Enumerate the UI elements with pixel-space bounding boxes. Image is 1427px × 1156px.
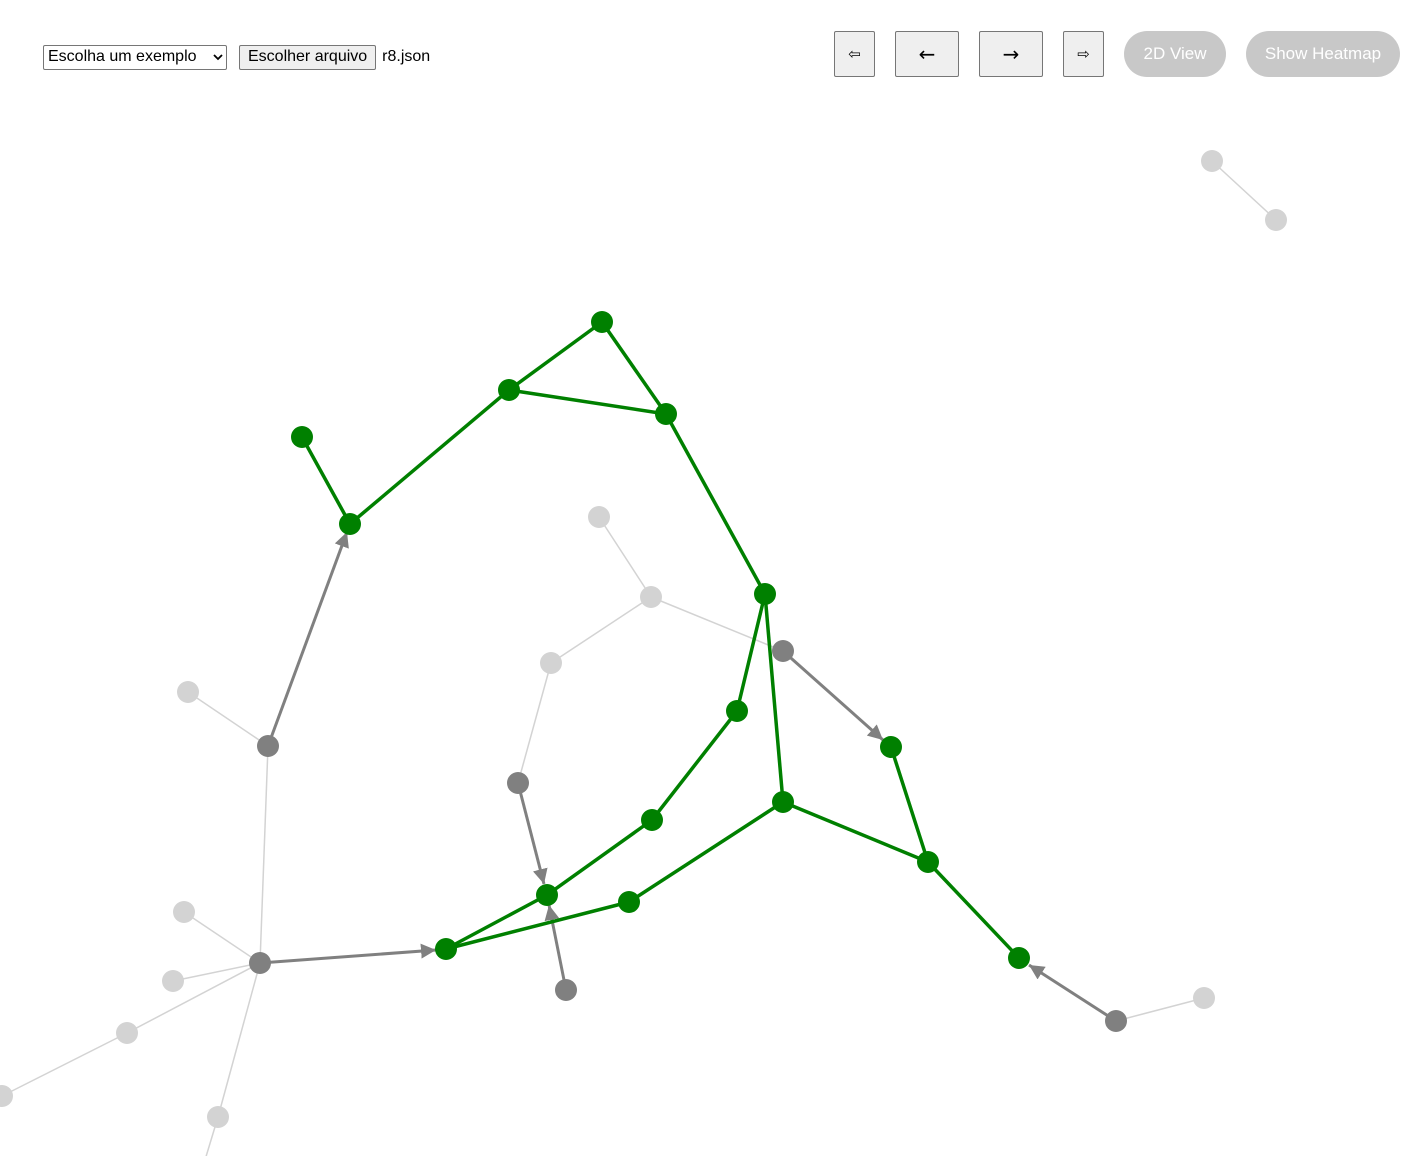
- edge-arrow: [782, 649, 884, 742]
- graph-node[interactable]: [772, 640, 794, 662]
- edge: [348, 388, 511, 526]
- edge: [926, 860, 1021, 960]
- graph-node[interactable]: [754, 583, 776, 605]
- edge: [550, 596, 652, 664]
- graph-node[interactable]: [618, 891, 640, 913]
- graph-node[interactable]: [498, 379, 520, 401]
- graph-node[interactable]: [162, 970, 184, 992]
- edge: [445, 893, 548, 951]
- graph-node[interactable]: [257, 735, 279, 757]
- graph-node[interactable]: [917, 851, 939, 873]
- edge-arrow: [516, 782, 548, 885]
- graph-node[interactable]: [1008, 947, 1030, 969]
- edge: [545, 818, 654, 897]
- edge: [300, 436, 352, 525]
- graph-node[interactable]: [880, 736, 902, 758]
- graph-node[interactable]: [536, 884, 558, 906]
- edge: [650, 709, 739, 822]
- nodes-inactive: [0, 150, 1287, 1128]
- edge-arrow: [266, 531, 349, 747]
- edge: [183, 911, 261, 964]
- graph-node[interactable]: [177, 681, 199, 703]
- graph-node[interactable]: [1265, 209, 1287, 231]
- graph-node[interactable]: [726, 700, 748, 722]
- graph-node[interactable]: [1193, 987, 1215, 1009]
- edge: [600, 321, 668, 415]
- graph-node[interactable]: [772, 791, 794, 813]
- graph-node[interactable]: [1105, 1010, 1127, 1032]
- graph-node[interactable]: [507, 772, 529, 794]
- nodes-path: [291, 311, 1030, 969]
- edge: [517, 662, 552, 784]
- graph-node[interactable]: [116, 1022, 138, 1044]
- edge: [217, 962, 261, 1118]
- edges-inactive: [1, 160, 1277, 1156]
- edge: [1115, 997, 1205, 1022]
- graph-node[interactable]: [588, 506, 610, 528]
- graph-node[interactable]: [1201, 150, 1223, 172]
- edge: [598, 516, 652, 598]
- edge: [735, 593, 767, 712]
- edge: [889, 746, 930, 863]
- edge: [507, 320, 604, 392]
- edge: [172, 962, 261, 982]
- edge: [445, 900, 630, 951]
- edge: [508, 388, 667, 416]
- graph-node[interactable]: [291, 426, 313, 448]
- edge: [763, 593, 785, 803]
- graph-node[interactable]: [249, 952, 271, 974]
- edge: [782, 800, 929, 864]
- graph-node[interactable]: [640, 586, 662, 608]
- graph-node[interactable]: [540, 652, 562, 674]
- nodes-visited: [249, 640, 1127, 1032]
- graph-node[interactable]: [435, 938, 457, 960]
- graph-node[interactable]: [207, 1106, 229, 1128]
- graph-node[interactable]: [339, 513, 361, 535]
- edge: [664, 413, 767, 595]
- edge: [1211, 160, 1277, 221]
- edge-arrow: [259, 943, 437, 965]
- graph-node[interactable]: [173, 901, 195, 923]
- edge: [1, 1032, 128, 1097]
- edge-arrow: [1028, 963, 1117, 1023]
- edge: [187, 691, 269, 747]
- graph-node[interactable]: [591, 311, 613, 333]
- edge: [126, 962, 261, 1034]
- graph-node[interactable]: [555, 979, 577, 1001]
- edge: [259, 745, 269, 964]
- graph-node[interactable]: [0, 1085, 13, 1107]
- graph-node[interactable]: [641, 809, 663, 831]
- graph-node[interactable]: [655, 403, 677, 425]
- graph-canvas[interactable]: [0, 0, 1427, 1156]
